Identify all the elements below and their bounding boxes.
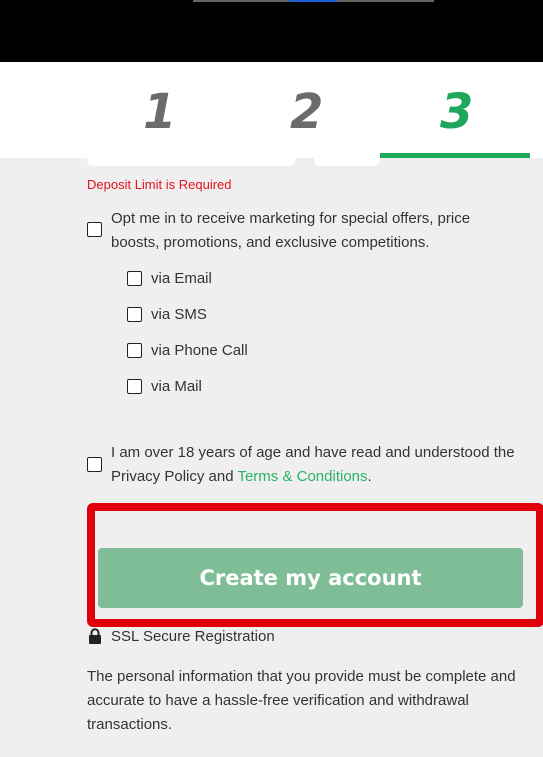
deposit-limit-error: Deposit Limit is Required <box>87 177 232 192</box>
lock-icon <box>89 628 101 644</box>
registration-stepper: 1 2 3 <box>0 62 543 166</box>
optin-mail-label: via Mail <box>151 378 202 395</box>
terms-conditions-link[interactable]: Terms & Conditions <box>237 468 367 485</box>
top-header-bar <box>0 0 543 62</box>
ssl-secure-label: SSL Secure Registration <box>111 628 275 645</box>
header-accent-line <box>289 0 337 2</box>
optin-email-checkbox[interactable] <box>127 271 142 286</box>
marketing-optin-label: Opt me in to receive marketing for speci… <box>111 210 471 251</box>
age-terms-period: . <box>367 468 372 485</box>
marketing-optin-checkbox[interactable] <box>87 222 102 237</box>
tab-edge <box>87 158 295 166</box>
optin-email-label: via Email <box>151 270 212 287</box>
step-1[interactable]: 1 <box>143 84 176 140</box>
optin-mail-checkbox[interactable] <box>127 379 142 394</box>
optin-phone-label: via Phone Call <box>151 342 248 359</box>
age-terms-label: I am over 18 years of age and have read … <box>111 441 531 489</box>
step-3-active[interactable]: 3 <box>440 84 473 140</box>
info-disclaimer: The personal information that you provid… <box>87 668 516 733</box>
optin-sms-checkbox[interactable] <box>127 307 142 322</box>
age-terms-checkbox[interactable] <box>87 457 102 472</box>
step-2[interactable]: 2 <box>290 84 323 140</box>
optin-sms-label: via SMS <box>151 306 207 323</box>
tab-edge <box>314 158 380 166</box>
optin-phone-checkbox[interactable] <box>127 343 142 358</box>
create-account-button[interactable]: Create my account <box>98 548 523 608</box>
active-step-underline <box>380 153 530 158</box>
